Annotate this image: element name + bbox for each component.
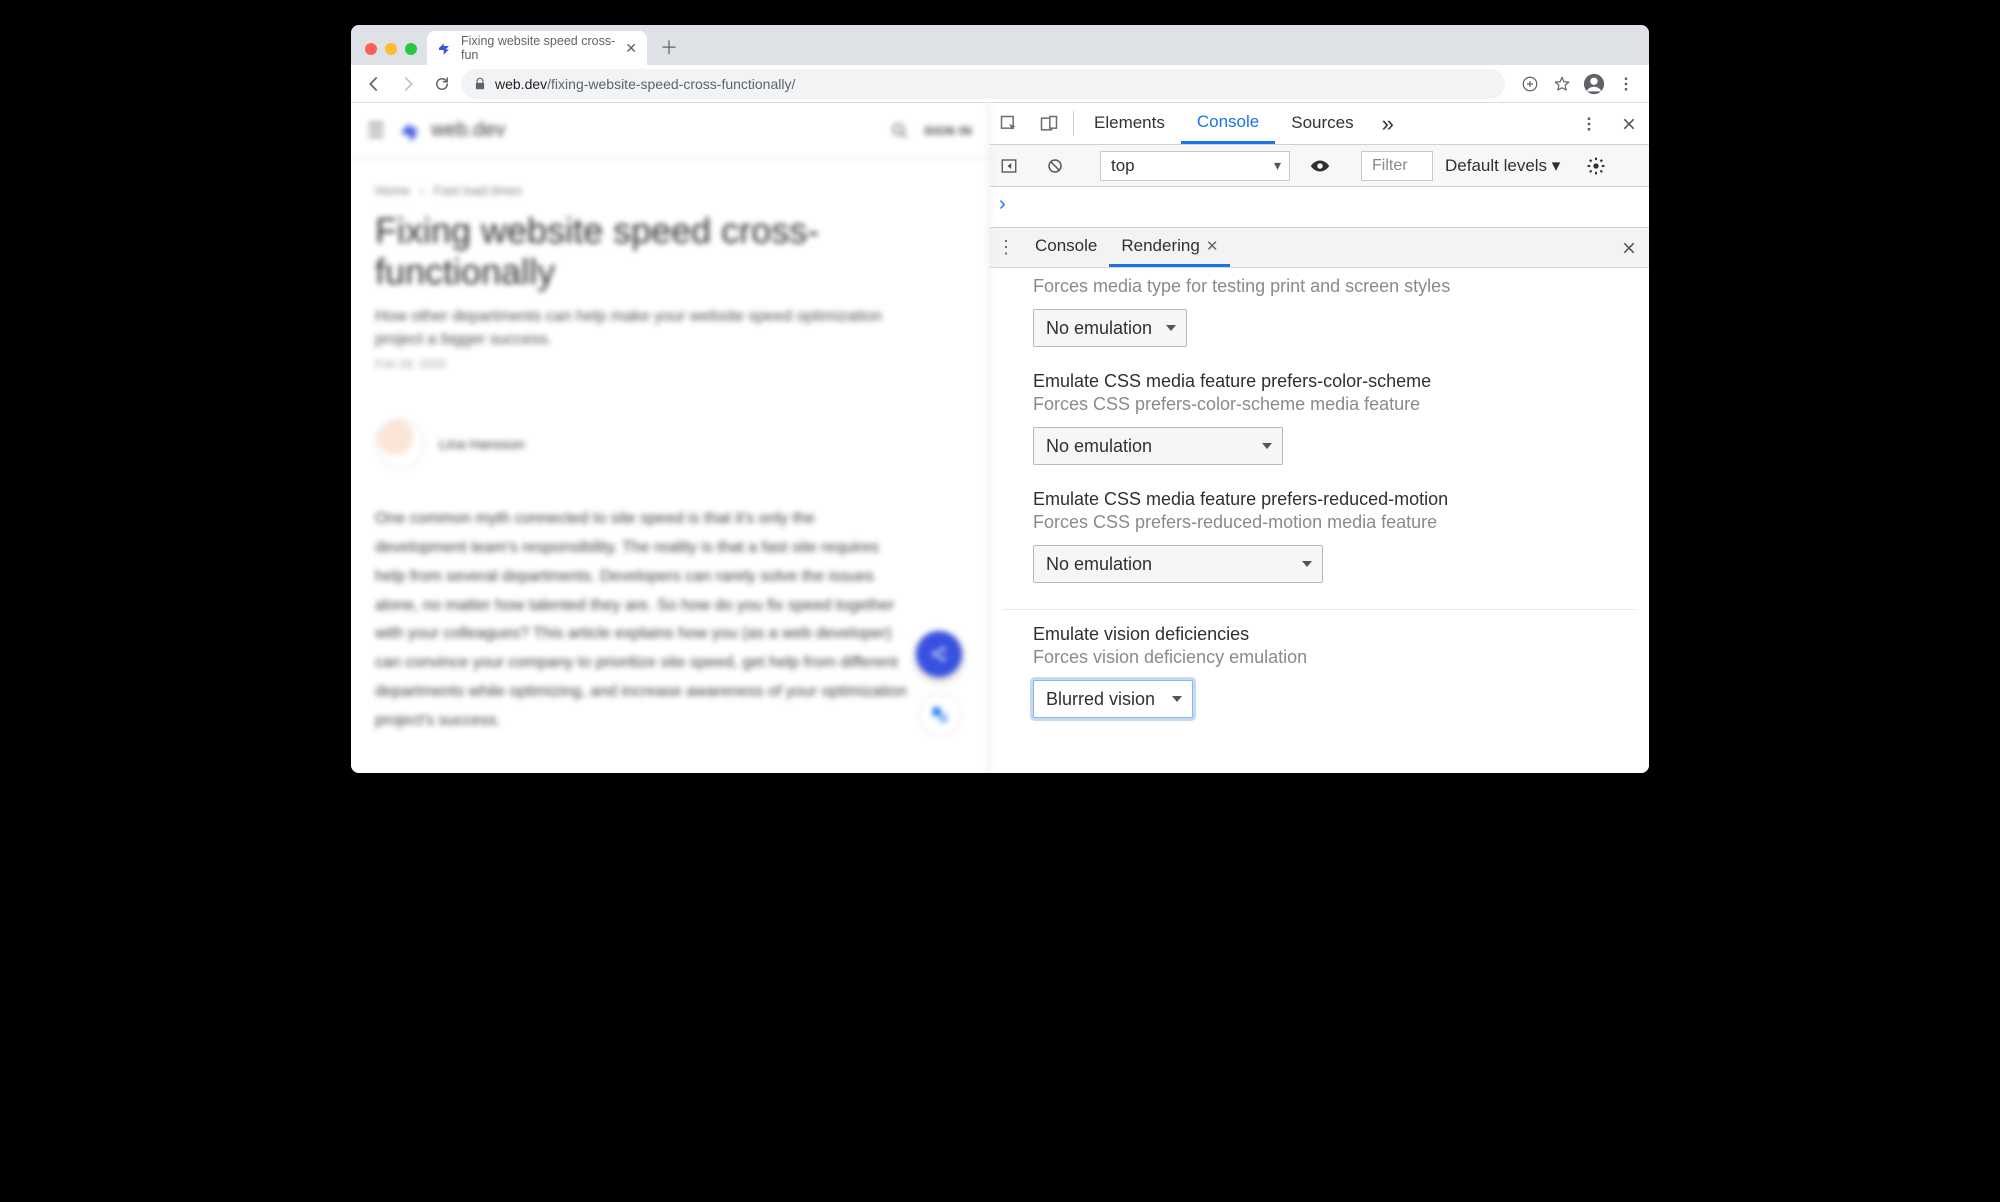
reduced-motion-desc: Forces CSS prefers-reduced-motion media … — [1033, 512, 1605, 533]
drawer-menu-button[interactable]: ⋮ — [989, 228, 1023, 267]
drawer-tab-rendering[interactable]: Rendering ✕ — [1109, 228, 1230, 267]
drawer-tab-console[interactable]: Console — [1023, 228, 1109, 267]
console-context-select[interactable]: top — [1100, 151, 1290, 181]
back-button[interactable] — [359, 69, 389, 99]
breadcrumb-home[interactable]: Home — [375, 183, 410, 198]
profile-button[interactable] — [1579, 69, 1609, 99]
signin-link[interactable]: SIGN IN — [924, 124, 972, 138]
article-date: Feb 28, 2020 — [375, 357, 907, 371]
browser-window: Fixing website speed cross-fun ✕ ＋ web.d… — [351, 25, 1649, 773]
color-scheme-value: No emulation — [1046, 436, 1152, 457]
search-icon[interactable] — [890, 121, 910, 141]
device-toolbar-button[interactable] — [1029, 103, 1069, 144]
rendering-pane: Forces media type for testing print and … — [989, 268, 1649, 773]
media-type-desc: Forces media type for testing print and … — [1033, 276, 1605, 297]
drawer-tab-rendering-label: Rendering — [1121, 236, 1199, 256]
site-header: ☰ web.dev SIGN IN — [351, 103, 988, 159]
site-logo[interactable]: web.dev — [399, 118, 506, 144]
browser-menu-button[interactable] — [1611, 69, 1641, 99]
web-page: ☰ web.dev SIGN IN Home › Fast load times… — [351, 103, 989, 773]
content-split: ☰ web.dev SIGN IN Home › Fast load times… — [351, 103, 1649, 773]
maximize-window-button[interactable] — [405, 43, 417, 55]
devtools-panel: Elements Console Sources » — [989, 103, 1649, 773]
new-tab-button[interactable]: ＋ — [655, 33, 683, 61]
favicon-icon — [437, 40, 453, 56]
tab-sources[interactable]: Sources — [1275, 103, 1369, 144]
devtools-tabs: Elements Console Sources » — [989, 103, 1649, 145]
toolbar-actions — [1515, 69, 1641, 99]
article-title: Fixing website speed cross-functionally — [375, 210, 907, 293]
article: Fixing website speed cross-functionally … — [351, 204, 931, 773]
devtools-menu-button[interactable] — [1569, 115, 1609, 133]
share-fab[interactable] — [916, 631, 962, 677]
forward-button[interactable] — [393, 69, 423, 99]
color-scheme-select[interactable]: No emulation — [1033, 427, 1283, 465]
live-expression-button[interactable] — [1300, 155, 1340, 177]
window-controls — [359, 43, 423, 65]
breadcrumb: Home › Fast load times — [351, 159, 988, 204]
article-body: One common myth connected to site speed … — [375, 505, 907, 735]
media-type-value: No emulation — [1046, 318, 1152, 339]
console-toolbar: top Filter Default levels ▾ — [989, 145, 1649, 187]
close-window-button[interactable] — [365, 43, 377, 55]
breadcrumb-section[interactable]: Fast load times — [434, 183, 522, 198]
console-context-value: top — [1111, 156, 1135, 176]
lock-icon — [473, 77, 487, 91]
vision-desc: Forces vision deficiency emulation — [1033, 647, 1605, 668]
console-filter-input[interactable]: Filter — [1361, 151, 1433, 181]
author-name[interactable]: Lina Hansson — [439, 436, 525, 452]
tab-strip: Fixing website speed cross-fun ✕ ＋ — [351, 25, 1649, 65]
tab-elements[interactable]: Elements — [1078, 103, 1181, 144]
color-scheme-title: Emulate CSS media feature prefers-color-… — [1033, 371, 1605, 392]
author-block: Lina Hansson — [375, 419, 907, 469]
tab-close-icon[interactable]: ✕ — [625, 40, 637, 57]
site-name: web.dev — [431, 119, 506, 142]
reload-button[interactable] — [427, 69, 457, 99]
inspect-element-button[interactable] — [989, 103, 1029, 144]
url-domain: web.dev — [495, 76, 547, 92]
vision-select[interactable]: Blurred vision — [1033, 680, 1193, 718]
color-scheme-desc: Forces CSS prefers-color-scheme media fe… — [1033, 394, 1605, 415]
bookmark-button[interactable] — [1547, 69, 1577, 99]
console-output[interactable]: › — [989, 187, 1649, 227]
install-app-button[interactable] — [1515, 69, 1545, 99]
drawer-close-button[interactable] — [1609, 228, 1649, 267]
translate-fab[interactable] — [918, 693, 962, 737]
drawer-tab-console-label: Console — [1035, 236, 1097, 256]
tab-title: Fixing website speed cross-fun — [461, 34, 617, 62]
console-sidebar-toggle[interactable] — [989, 157, 1029, 175]
drawer-tabs: ⋮ Console Rendering ✕ — [989, 228, 1649, 268]
url-path: /fixing-website-speed-cross-functionally… — [547, 76, 795, 92]
address-bar[interactable]: web.dev/fixing-website-speed-cross-funct… — [461, 69, 1505, 99]
devtools-close-button[interactable] — [1609, 116, 1649, 132]
vision-title: Emulate vision deficiencies — [1033, 624, 1605, 645]
console-settings-button[interactable] — [1576, 156, 1616, 176]
minimize-window-button[interactable] — [385, 43, 397, 55]
console-levels-select[interactable]: Default levels ▾ — [1439, 156, 1566, 176]
browser-tab[interactable]: Fixing website speed cross-fun ✕ — [427, 31, 647, 65]
reduced-motion-select[interactable]: No emulation — [1033, 545, 1323, 583]
article-subtitle: How other departments can help make your… — [375, 305, 907, 351]
more-tabs-button[interactable]: » — [1370, 103, 1406, 144]
clear-console-button[interactable] — [1035, 157, 1075, 175]
drawer-tab-close-icon[interactable]: ✕ — [1206, 237, 1219, 255]
devtools-drawer: ⋮ Console Rendering ✕ Forces media type … — [989, 227, 1649, 773]
reduced-motion-title: Emulate CSS media feature prefers-reduce… — [1033, 489, 1605, 510]
menu-icon[interactable]: ☰ — [367, 118, 385, 143]
vision-value: Blurred vision — [1046, 689, 1155, 710]
console-filter-placeholder: Filter — [1372, 157, 1408, 175]
avatar — [375, 419, 425, 469]
tab-console[interactable]: Console — [1181, 103, 1275, 144]
browser-toolbar: web.dev/fixing-website-speed-cross-funct… — [351, 65, 1649, 103]
media-type-select[interactable]: No emulation — [1033, 309, 1187, 347]
reduced-motion-value: No emulation — [1046, 554, 1152, 575]
chevron-right-icon: › — [420, 183, 424, 198]
